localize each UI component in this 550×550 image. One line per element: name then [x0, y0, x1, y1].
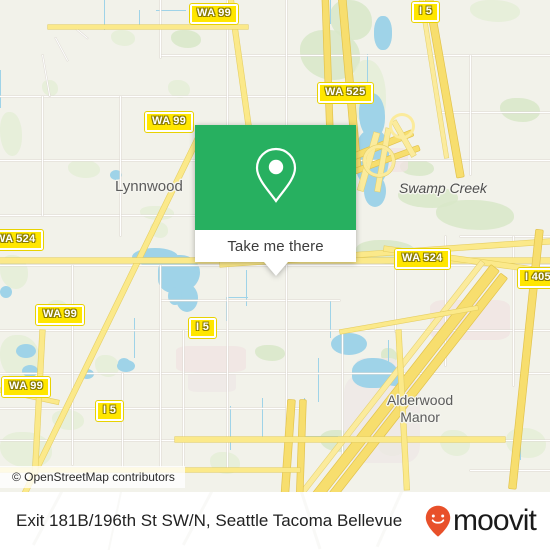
road-minor: [55, 37, 69, 61]
road-minor: [342, 330, 343, 470]
road-ramp-loop: [392, 116, 412, 136]
water-lake: [22, 365, 38, 377]
road-minor: [122, 373, 123, 473]
landuse-green: [68, 160, 100, 178]
landuse-green: [500, 98, 540, 122]
waterway-stream: [388, 340, 389, 366]
water-lake: [117, 360, 135, 372]
road-interchange-south: [280, 399, 295, 492]
road-minor: [72, 265, 73, 465]
landuse-green: [440, 430, 470, 456]
road-minor: [160, 300, 340, 301]
landuse-residential: [188, 372, 236, 392]
take-me-there-card[interactable]: Take me there: [195, 125, 356, 276]
road-wa99-upper: [48, 25, 248, 29]
landuse-green: [436, 200, 514, 230]
waterway-stream: [0, 70, 1, 108]
place-label-alderwood-manor: Alderwood Manor: [387, 392, 453, 426]
waterway-stream: [226, 297, 248, 298]
road-minor: [160, 265, 161, 472]
road-shield-wa99[interactable]: WA 99: [188, 3, 240, 25]
road-shield-wa525[interactable]: WA 525: [317, 82, 374, 104]
road-minor: [120, 96, 121, 236]
road-minor: [42, 96, 43, 216]
waterway-stream: [230, 406, 231, 450]
place-label-line2: Manor: [400, 409, 440, 425]
road-minor: [286, 0, 287, 130]
water-lake: [168, 287, 182, 305]
waterway-stream: [330, 0, 331, 24]
road-minor: [160, 55, 550, 56]
landuse-green: [171, 30, 201, 48]
landuse-green: [470, 0, 520, 22]
card-pointer-tail: [263, 262, 288, 276]
landuse-retail: [176, 346, 246, 372]
waterway-stream: [330, 300, 331, 338]
map-canvas[interactable]: WA 99 I 5 WA 525 WA 99 WA 524 WA 524 I 4…: [0, 0, 550, 492]
water-lake: [374, 16, 392, 50]
road-shield-i5[interactable]: I 5: [187, 317, 218, 339]
place-label-swamp-creek: Swamp Creek: [399, 180, 487, 196]
card-footer[interactable]: Take me there: [195, 230, 356, 262]
footer-bar: Exit 181B/196th St SW/N, Seattle Tacoma …: [0, 492, 550, 550]
road-shield-wa99[interactable]: WA 99: [143, 111, 195, 133]
road-shield-i405[interactable]: I 405: [517, 267, 550, 289]
map-pin-icon: [253, 146, 299, 209]
road-shield-wa99[interactable]: WA 99: [34, 304, 86, 326]
place-label-lynnwood: Lynnwood: [115, 178, 183, 195]
road-minor: [183, 330, 184, 470]
road-shield-i5[interactable]: I 5: [410, 1, 441, 23]
landuse-green: [111, 30, 135, 46]
waterway-stream: [134, 318, 135, 358]
waterway-stream: [262, 398, 263, 440]
road-minor: [0, 96, 320, 97]
landuse-green: [255, 345, 285, 361]
moovit-brand[interactable]: moovit: [425, 504, 537, 537]
moovit-pin-icon: [425, 505, 451, 537]
landuse-green: [42, 80, 58, 96]
road-shield-i5[interactable]: I 5: [94, 400, 125, 422]
water-lake: [16, 344, 36, 358]
road-minor: [0, 215, 200, 216]
place-label-line1: Alderwood: [387, 392, 454, 408]
landuse-green: [0, 112, 22, 156]
road-shield-wa524[interactable]: WA 524: [0, 229, 44, 251]
road-interchange-south: [296, 399, 306, 492]
road-minor: [160, 0, 161, 58]
road-arterial: [175, 437, 505, 442]
road-minor: [440, 112, 550, 113]
card-image-area: [195, 125, 356, 230]
road-minor: [470, 55, 471, 175]
moovit-map-screenshot: WA 99 I 5 WA 525 WA 99 WA 524 WA 524 I 4…: [0, 0, 550, 550]
take-me-there-label: Take me there: [227, 237, 324, 255]
waterway-stream: [318, 358, 319, 402]
water-lake: [0, 286, 12, 298]
road-ramp-loop: [366, 148, 392, 174]
station-title: Exit 181B/196th St SW/N, Seattle Tacoma …: [16, 511, 403, 530]
map-attribution[interactable]: © OpenStreetMap contributors: [0, 466, 185, 488]
road-shield-wa99[interactable]: WA 99: [0, 376, 52, 398]
water-lake: [331, 333, 367, 355]
road-minor: [0, 408, 300, 409]
moovit-wordmark: moovit: [453, 504, 537, 537]
road-minor: [0, 330, 550, 331]
road-shield-wa524[interactable]: WA 524: [394, 248, 451, 270]
